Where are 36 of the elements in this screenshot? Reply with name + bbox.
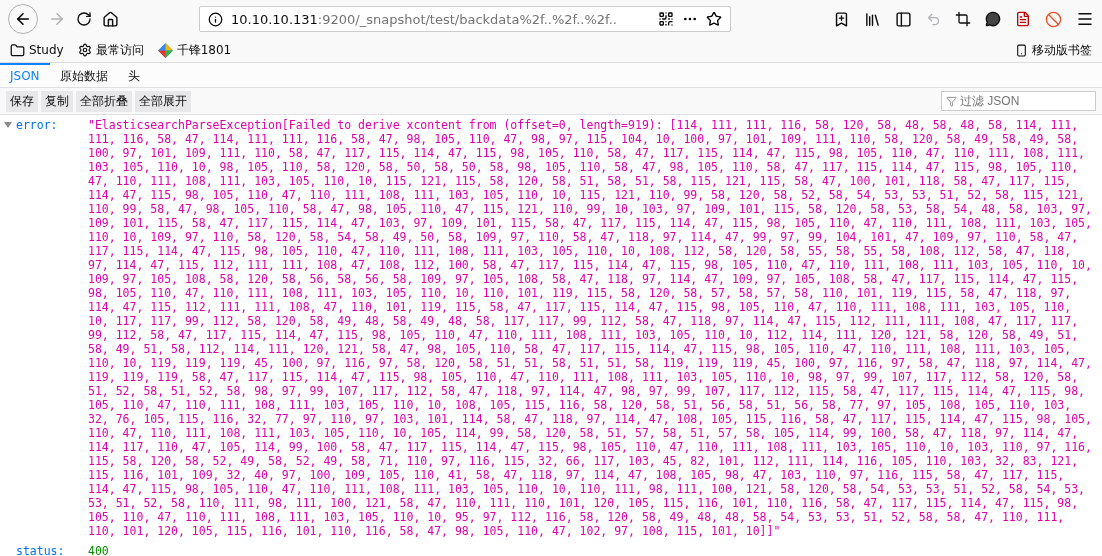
sidebar-icon[interactable] (895, 10, 912, 28)
json-key: error: (16, 118, 58, 132)
star-icon[interactable] (706, 11, 722, 27)
document-icon[interactable] (1015, 11, 1031, 27)
reload-button[interactable] (76, 11, 92, 27)
blocked-icon[interactable] (1045, 10, 1062, 28)
filter-field[interactable]: 过滤 JSON (941, 91, 1096, 111)
bookmark-star-icon[interactable] (833, 10, 850, 28)
url-text: 10.10.10.131:9200/_snapshot/test/backdata%2f..%2f..%2f.. (231, 11, 618, 27)
info-icon[interactable] (208, 11, 223, 27)
json-value: "ElasticsearchParseException[Failed to derive xcontent from (offset=0, length=919): [114, 111, 111, 116, 58, 120, 58, 48, 58, 48, 58, 114, 111, 111, 116, 58, 47, 114, 111, 111, 116, 58, 47, 98, 105, 110, 47, 98, 97, 115, 104, 10, 100, 97, 101, 109, 111, 110, 58, 120, 58, 49, 58, 49, 58, 100, 97, 101, 109, 111, 110, 58, 47, 117, 115, 114, 47, 115, 98, 105, 110, 58, 47, 117, 115, 114, 47, 115, 98, 105, 110, 47, 110, 111, 108, 111, 103, 105, 110, 10, 98, 105, 110, 58, 120, 58, 50, 58, 50, 58, 98, 105, 110, 58, 47, 98, 105, 110, 58, 47, 117, 115, 114, 47, 115, 98, 105, 110, 47, 110, 111, 108, 111, 103, 105, 110, 10, 115, 121, 115, 58, 120, 58, 51, 58, 51, 58, 115, 121, 115, 58, 47, 100, 101, 118, 58, 47, 117, 115, 114, 47, 115, 98, 105, 110, 47, 110, 111, 108, 111, 103, 105, 110, 10, 115, 121, 110, 99, 58, 120, 58, 52, 58, 54, 53, 53, 51, 52, 58, 115, 121, 110, 99, 58, 47, 98, 105, 110, 58, 47, 98, 105, 110, 47, 115, 121, 110, 99, 10, 103, 97, 109, 101, 115, 58, 120, 58, 53, 58, 54, 48, 58, 103, 97, 109, 101, 115, 58, 47, 117, 115, 114, 47, 103, 97, 109, 101, 115, 58, 47, 117, 115, 114, 47, 115, 98, 105, 110, 47, 110, 111, 108, 111, 103, 105, 110, 10, 109, 97, 110, 58, 120, 58, 54, 58, 49, 50, 58, 109, 97, 110, 58, 47, 118, 97, 114, 47, 99, 97, 99, 104, 101, 47, 109, 97, 110, 58, 47, 117, 115, 114, 47, 115, 98, 105, 110, 47, 110, 111, 108, 111, 103, 105, 110, 10, 108, 112, 58, 120, 58, 55, 58, 55, 58, 108, 112, 58, 47, 118, 97, 114, 47, 115, 112, 111, 111, 108, 47, 108, 112, 100, 58, 47, 117, 115, 114, 47, 115, 98, 105, 110, 47, 110, 111, 108, 111, 103, 105, 110, 10, 109, 97, 105, 108, 58, 120, 58, 56, 58, 56, 58, 109, 97, 105, 108, 58, 47, 118, 97, 114, 47, 109, 97, 105, 108, 58, 47, 117, 115, 114, 47, 115, 98, 105, 110, 47, 110, 111, 108, 111, 103, 105, 110, 10, 110, 101, 119, 115, 58, 120, 58, 57, 58, 57, 58, 110, 101, 119, 115, 58, 47, 118, 97, 114, 47, 115, 112, 111, 111, 108, 47, 110, 101, 119, 115, 58, 47, 117, 115, 114, 47, 115, 98, 105, 110, 47, 110, 111, 108, 111, 103, 105, 110, 10, 117, 117, 99, 112, 58, 120, 58, 49, 48, 58, 49, 48, 58, 117, 117, 99, 112, 58, 47, 118, 97, 114, 47, 115, 112, 111, 111, 108, 47, 117, 117, 99, 112, 58, 47, 117, 115, 114, 47, 115, 98, 105, 110, 47, 110, 111, 108, 111, 103, 105, 110, 10, 112, 114, 111, 120, 121, 58, 120, 58, 49, 51, 58, 49, 51, 58, 112, 114, 111, 120, 121, 58, 47, 98, 105, 110, 58, 47, 117, 115, 114, 47, 115, 98, 105, 110, 47, 110, 111, 108, 111, 103, 105, 110, 10, 119, 119, 119, 45, 100, 97, 116, 97, 58, 120, 58, 51, 51, 58, 51, 51, 58, 119, 119, 119, 45, 100, 97, 116, 97, 58, 47, 118, 97, 114, 47, 119, 119, 119, 58, 47, 117, 115, 114, 47, 115, 98, 105, 110, 47, 110, 111, 108, 111, 103, 105, 110, 10, 98, 97, 99, 107, 117, 112, 58, 120, 58, 51, 52, 58, 51, 52, 58, 98, 97, 99, 107, 117, 112, 58, 47, 118, 97, 114, 47, 98, 97, 99, 107, 117, 112, 115, 58, 47, 117, 115, 114, 47, 115, 98, 105, 110, 47, 110, 111, 108, 111, 103, 105, 110, 10, 108, 105, 115, 116, 58, 120, 58, 51, 56, 58, 51, 56, 58, 77, 97, 105, 108, 105, 110, 103, 32, 76, 105, 115, 116, 32, 77, 97, 110, 97, 103, 101, 114, 58, 47, 118, 97, 114, 47, 108, 105, 115, 116, 58, 47, 117, 115, 114, 47, 115, 98, 105, 110, 47, 110, 111, 108, 111, 103, 105, 110, 10, 105, 114, 99, 58, 120, 58, 51, 57, 58, 51, 57, 58, 105, 114, 99, 100, 58, 47, 118, 97, 114, 47, 114, 117, 110, 47, 105, 114, 99, 100, 58, 47, 117, 115, 114, 47, 115, 98, 105, 110, 47, 110, 111, 108, 111, 103, 105, 110, 10, 103, 110, 97, 116, 115, 58, 120, 58, 52, 49, 58, 52, 49, 58, 71, 110, 97, 116, 115, 32, 66, 117, 103, 45, 82, 101, 112, 111, 114, 116, 105, 110, 103, 32, 83, 121, 115, 116, 101, 109, 32, 40, 97, 100, 109, 105, 110, 41, 58, 47, 118, 97, 114, 47, 108, 105, 98, 47, 103, 110, 97, 116, 115, 58, 47, 117, 115, 114, 47, 115, 98, 105, 110, 47, 110, 111, 108, 111, 103, 105, 110, 10, 110, 111, 98, 111, 100, 121, 58, 120, 58, 54, 53, 53, 51, 52, 58, 54, 53, 53, 51, 52, 58, 110, 111, 98, 111, 100, 121, 58, 47, 110, 111, 110, 101, 120, 105, 115, 116, 101, 110, 116, 58, 47, 117, 115, 114, 47, 115, 98, 105, 110, 47, 110, 111, 108, 111, 103, 105, 110, 10, 95, 97, 112, 116, 58, 120, 58, 49, 48, 48, 58, 54, 53, 53, 51, 52, 58, 58, 47, 110, 111, 110, 101, 120, 105, 115, 116, 101, 110, 116, 58, 47, 98, 105, 110, 47, 102, 97, 108, 115, 101, 10]]" (88, 118, 1093, 538)
toolbar-button[interactable]: 保存 (6, 90, 38, 112)
phone-icon (1015, 43, 1028, 57)
toolbar-button[interactable]: 全部折叠 (76, 90, 132, 112)
toolbar-button[interactable]: 复制 (41, 90, 73, 112)
bookmark-item[interactable]: 最常访问 (77, 41, 144, 59)
viewer-tab[interactable]: 原始数据 (49, 63, 118, 87)
mobile-bookmarks-item[interactable]: 移动版书签 (1015, 41, 1092, 59)
toolbar-button[interactable]: 全部展开 (135, 90, 191, 112)
viewer-tab[interactable]: 头 (117, 63, 150, 87)
address-bar[interactable]: 10.10.10.131:9200/_snapshot/test/backdata%2f..%2f..%2f.. (199, 6, 731, 32)
crop-icon[interactable] (955, 11, 971, 27)
expand-triangle-icon[interactable] (4, 121, 12, 129)
bookmark-item[interactable]: 千锋1801 (157, 41, 232, 59)
json-value: 400 (88, 544, 110, 556)
settings-icon (77, 43, 92, 57)
menu-icon[interactable] (1076, 10, 1094, 28)
library-icon[interactable] (864, 10, 881, 28)
json-key: status: (16, 544, 65, 556)
bookmark-item[interactable]: Study (10, 42, 64, 58)
filter-icon (946, 96, 957, 107)
qr-code-icon[interactable] (658, 11, 674, 27)
colorful-diamond-icon (157, 42, 173, 58)
folder-icon (10, 42, 25, 58)
home-button[interactable] (102, 10, 119, 28)
chat-icon[interactable] (985, 11, 1001, 27)
